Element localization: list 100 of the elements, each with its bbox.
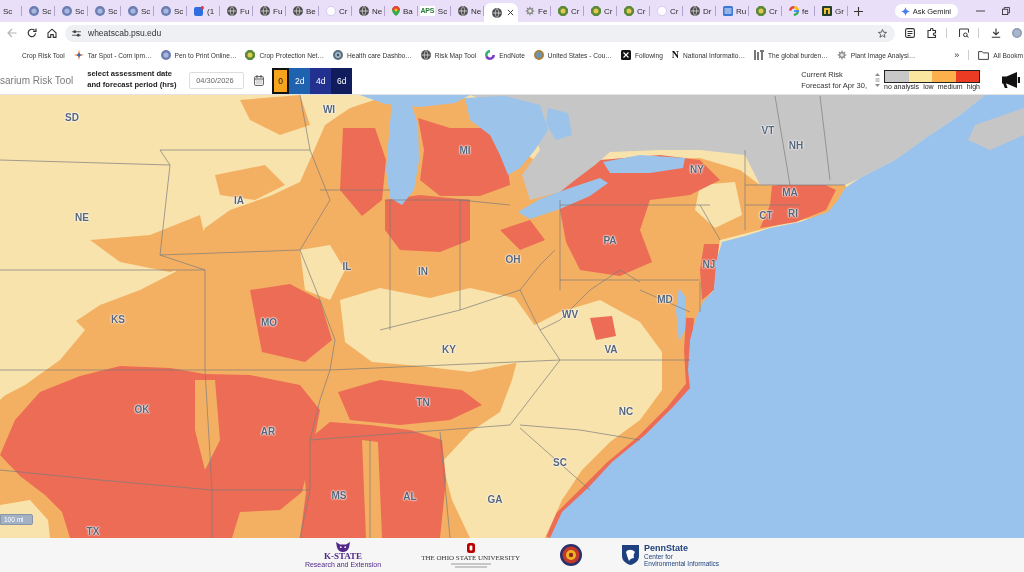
blank-circle-icon [657,6,667,16]
browser-tab[interactable]: Fe [518,0,551,22]
state-label: NH [788,141,804,151]
avatar-icon[interactable] [1012,28,1022,38]
seal-icon [558,6,568,16]
browser-tab[interactable]: Sc [154,0,187,22]
state-label: SD [65,113,79,123]
cat-head-icon [336,541,351,552]
browser-tab[interactable]: Ne [352,0,385,22]
download-icon[interactable] [991,28,1001,38]
state-label: AR [260,427,276,437]
app-title: sarium Risk Tool [0,74,74,86]
globe-icon [458,6,468,16]
browser-tab[interactable]: fe [782,0,815,22]
close-icon[interactable] [507,9,514,16]
bar-glyph-icon [754,50,764,60]
browser-tab[interactable]: Ru [716,0,749,22]
extensions-icon[interactable] [927,28,937,38]
tile-icon [822,6,832,16]
forecast-period-button[interactable]: 0 [272,68,290,94]
circle-icon [29,6,39,16]
state-label: NE [75,213,89,223]
more-bookmarks-button[interactable]: » [954,50,960,60]
seal-icon [756,6,766,16]
forecast-period-button[interactable]: 4d [310,68,332,94]
state-label: MD [657,295,673,305]
shield-icon [621,545,639,565]
globe-icon [690,6,700,16]
gear-icon [525,6,535,16]
state-label: NY [690,165,704,175]
browser-tab[interactable]: Ne [451,0,484,22]
browser-tab[interactable]: Dr [683,0,716,22]
forecast-period-button[interactable]: 6d [331,68,353,94]
browser-tab[interactable]: Sc [22,0,55,22]
state-label: MA [782,188,798,198]
bookmark-star-icon[interactable] [878,28,887,38]
browser-tab[interactable]: Cr [617,0,650,22]
x-tile-icon [620,50,631,60]
block-o-icon [466,542,475,553]
favicon-letter: N [671,50,680,60]
scroll-arrows-icon[interactable] [875,73,880,87]
forecast-period-button[interactable]: 2d [289,68,311,94]
browser-tab[interactable]: Gr [815,0,848,22]
browser-tab[interactable]: Sc [0,0,22,22]
browser-tab[interactable]: Fu [220,0,253,22]
home-icon[interactable] [47,28,57,38]
state-label: KY [442,345,456,355]
browser-tab[interactable]: Sc [88,0,121,22]
browser-tab[interactable]: Sc [55,0,88,22]
tab-search-icon[interactable] [959,28,969,38]
restore-icon[interactable] [1002,7,1010,15]
state-label: IN [418,267,428,277]
browser-tab[interactable]: Cr [319,0,352,22]
new-tab-icon[interactable] [854,7,863,16]
browser-tab[interactable]: Cr [650,0,683,22]
seal-icon [624,6,634,16]
browser-tab[interactable]: Cr [584,0,617,22]
state-label: OH [505,255,521,265]
reading-list-icon[interactable] [905,28,915,38]
reload-icon[interactable] [27,28,37,38]
app-icon [194,6,204,16]
browser-tab[interactable]: (1 [187,0,220,22]
browser-tab[interactable] [484,3,518,22]
state-label: WI [322,105,336,115]
address-bar[interactable]: wheatscab.psu.edu [65,24,895,42]
browser-tab[interactable]: Ba [385,0,418,22]
state-label: TX [86,527,100,537]
state-label: RI [788,209,798,219]
browser-tab[interactable]: Fu [253,0,286,22]
striped-tile-icon [723,6,733,16]
calendar-icon[interactable] [254,74,265,86]
globe-icon [260,6,270,16]
browser-tab[interactable]: Cr [749,0,782,22]
state-label: SC [553,458,567,468]
circle-icon [160,50,171,60]
colored-g-icon [789,6,799,16]
state-label: MI [459,146,471,156]
megaphone-icon[interactable] [1002,72,1020,88]
circle-icon [128,6,138,16]
globe-icon [359,6,369,16]
browser-tab[interactable]: Cr [551,0,584,22]
state-label: AL [403,492,417,502]
state-label: MS [331,491,347,501]
state-label: TN [416,398,430,408]
logo-name: PennState [643,543,689,553]
browser-tab[interactable]: Sc [121,0,154,22]
browser-tab[interactable]: Be [286,0,319,22]
state-label: PA [603,236,617,246]
logo-name: K-STATE [323,551,363,561]
fine-print-drawing [448,562,493,568]
globe-icon [293,6,303,16]
dial-icon [333,50,343,60]
state-label: IL [342,262,352,272]
state-label: GA [487,495,503,505]
url-text: wheatscab.psu.edu [88,28,162,38]
gear-icon [836,50,847,60]
state-label: NJ [702,260,716,270]
state-label: IA [234,196,244,206]
site-settings-icon[interactable] [72,29,81,37]
globe-icon [227,6,237,16]
